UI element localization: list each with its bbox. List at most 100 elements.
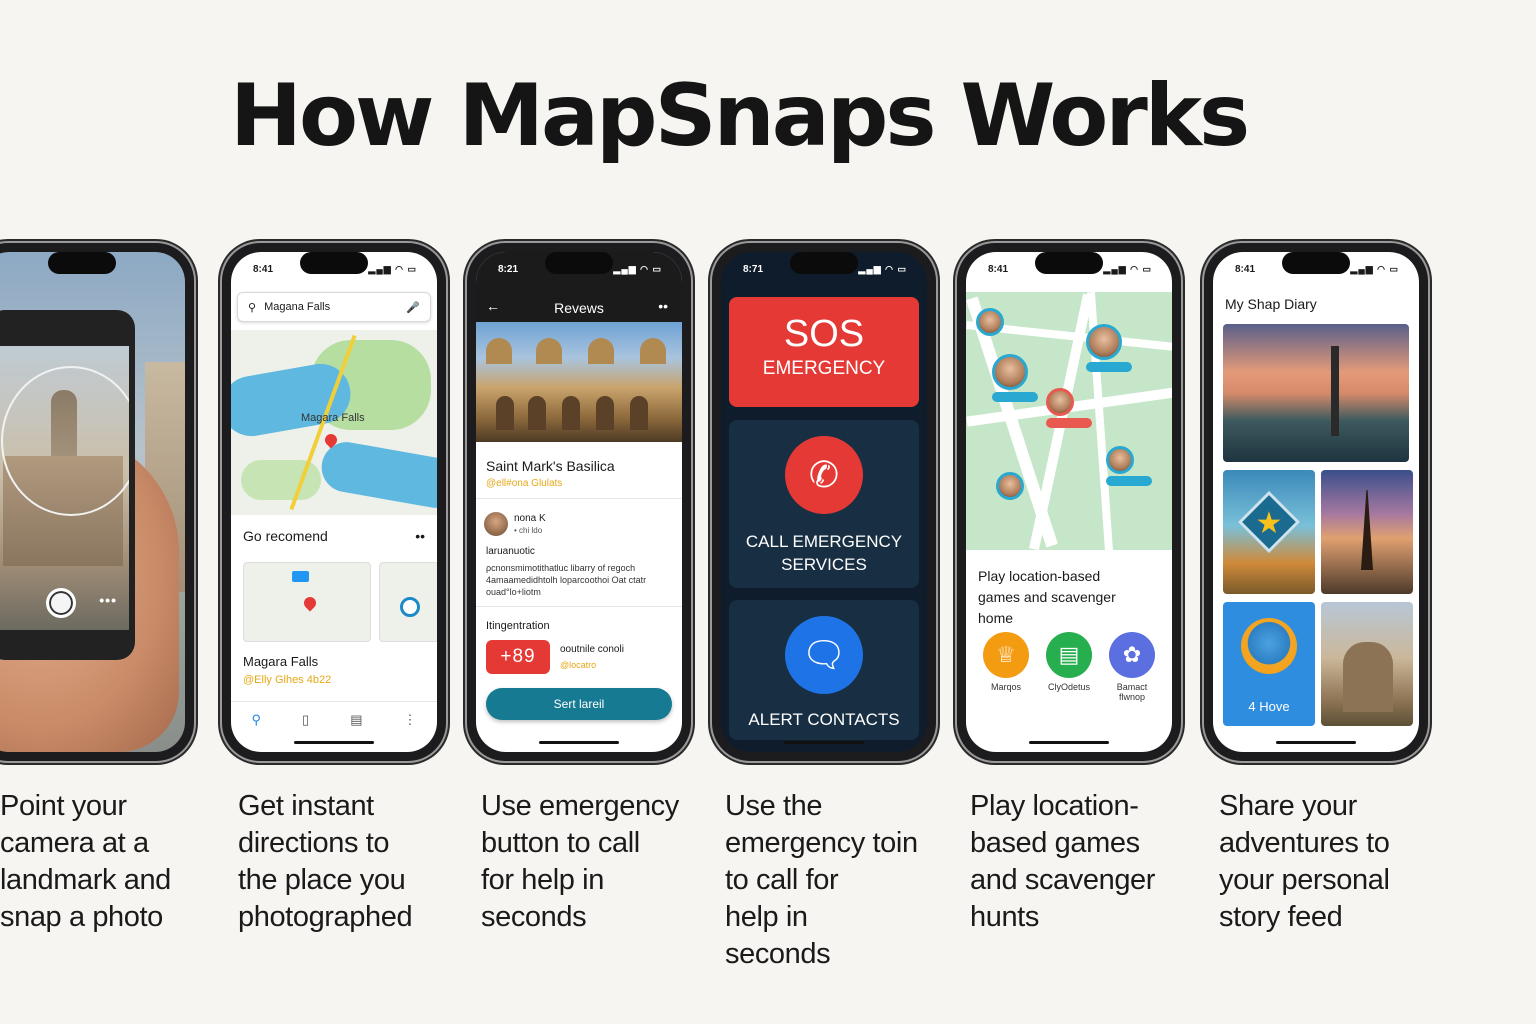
- description-line: home: [978, 610, 1014, 626]
- caption-line: help in: [725, 901, 808, 933]
- caption-line: Share your: [1219, 790, 1357, 822]
- tab-book-icon[interactable]: ▤: [350, 712, 362, 728]
- page-title: How MapSnaps Works: [230, 66, 1250, 166]
- place-name: Magara Falls: [243, 654, 319, 669]
- caption-line: emergency toin: [725, 827, 918, 859]
- status-icons: ▂▄▆ ◠ ▭: [1350, 264, 1399, 274]
- diary-title: My Shap Diary: [1225, 296, 1317, 312]
- phone-camera: •••: [0, 243, 194, 761]
- diary-photo-hero[interactable]: [1223, 324, 1409, 462]
- game-item[interactable]: ▤ ClyOdetus: [1041, 632, 1097, 702]
- games-list: ♕ Marqos ▤ ClyOdetus ✿ Bamact flwnop: [978, 632, 1160, 702]
- map-water: [231, 359, 356, 441]
- dynamic-island: [545, 252, 613, 274]
- phone-screen: •••: [0, 252, 185, 752]
- caption-line: Get instant: [238, 790, 374, 822]
- description-line: Play location-based: [978, 568, 1101, 584]
- map-place-label: Magara Falls: [301, 412, 365, 424]
- player-avatar: [992, 354, 1028, 390]
- caption-line: Use the: [725, 790, 823, 822]
- caption-line: the place you: [238, 864, 406, 896]
- caption-line: hunts: [970, 901, 1039, 933]
- phone-screen: 8:41 ▂▄▆ ◠ ▭ ⚲ Magana Falls 🎤 Magara Fal…: [231, 252, 437, 752]
- home-indicator: [1029, 741, 1109, 744]
- diary-tile-photo[interactable]: [1321, 602, 1413, 726]
- tab-saved-icon[interactable]: ▯: [302, 712, 309, 728]
- caption-line: your personal: [1219, 864, 1390, 896]
- game-map[interactable]: [966, 292, 1172, 550]
- contact-subtitle: @locatro: [560, 660, 597, 670]
- caption-step-1: Point your camera at a landmark and snap…: [0, 788, 225, 936]
- phone-directions: 8:41 ▂▄▆ ◠ ▭ ⚲ Magana Falls 🎤 Magara Fal…: [222, 243, 446, 761]
- player-marker[interactable]: [976, 308, 1004, 336]
- player-marker[interactable]: [996, 472, 1024, 500]
- menu-icon[interactable]: ••: [658, 298, 668, 314]
- status-time: 8:41: [253, 264, 274, 275]
- place-name: Saint Mark's Basilica: [486, 458, 615, 474]
- phone-emergency: 8:71 ▂▄▆ ◠ ▭ SOS EMERGENCY ✆ CALL EMERGE…: [712, 243, 936, 761]
- caption-line: camera at a: [0, 827, 149, 859]
- player-marker[interactable]: [992, 354, 1038, 402]
- phone-reviews: ← Revews •• 8:21 ▂▄▆ ◠ ▭ Saint Mark's Ba…: [467, 243, 691, 761]
- player-marker[interactable]: [1046, 388, 1092, 428]
- game-item[interactable]: ♕ Marqos: [978, 632, 1034, 702]
- landmark-photo[interactable]: [476, 322, 682, 442]
- alert-contacts-button[interactable]: 🗨 ALERT CONTACTS: [729, 600, 919, 740]
- call-emergency-button[interactable]: ✆ CALL EMERGENCY SERVICES: [729, 420, 919, 588]
- phone-icon: ✆: [785, 436, 863, 514]
- mic-icon[interactable]: 🎤: [406, 301, 420, 314]
- dynamic-island: [300, 252, 368, 274]
- home-indicator: [294, 741, 374, 744]
- games-description: Play location-based games and scavenger …: [978, 566, 1162, 629]
- search-input[interactable]: ⚲ Magana Falls 🎤: [237, 292, 431, 322]
- player-tag: [1106, 476, 1152, 486]
- home-indicator: [1276, 741, 1356, 744]
- puzzle-icon: ✿: [1109, 632, 1155, 678]
- phone-screen: ← Revews •• 8:21 ▂▄▆ ◠ ▭ Saint Mark's Ba…: [476, 252, 682, 752]
- tab-search-icon[interactable]: ⚲: [252, 712, 262, 728]
- camera-viewfinder[interactable]: [0, 346, 129, 630]
- sos-button[interactable]: SOS EMERGENCY: [729, 297, 919, 407]
- caption-line: seconds: [725, 938, 831, 970]
- caption-step-6: Share your adventures to your personal s…: [1219, 788, 1444, 936]
- call-label-line2: SERVICES: [781, 555, 867, 574]
- sos-sublabel: EMERGENCY: [762, 358, 886, 379]
- review-body: ρcnonsmimotithatluc libarry of regoch 4a…: [486, 563, 647, 597]
- crown-icon: ♕: [983, 632, 1029, 678]
- player-avatar: [1086, 324, 1122, 360]
- header-title: Revews: [554, 300, 604, 316]
- send-button[interactable]: Sert lareil: [486, 688, 672, 720]
- alert-label: ALERT CONTACTS: [748, 710, 900, 729]
- map-tag: [292, 571, 309, 582]
- status-icons: ▂▄▆ ◠ ▭: [613, 264, 662, 274]
- section-more-icon[interactable]: ••: [415, 528, 425, 544]
- diary-tile-profile[interactable]: 4 Hove: [1223, 602, 1315, 726]
- player-marker[interactable]: [1106, 446, 1152, 486]
- place-subtitle: @ell#ona Glulats: [486, 478, 563, 489]
- status-icons: ▂▄▆ ◠ ▭: [1103, 264, 1152, 274]
- recommend-card-map[interactable]: [243, 562, 371, 642]
- game-label: ClyOdetus: [1047, 682, 1091, 692]
- photo-tower: [1361, 490, 1373, 570]
- player-tag: [1046, 418, 1092, 428]
- status-time: 8:71: [743, 264, 764, 275]
- shutter-button[interactable]: [46, 588, 76, 618]
- call-label-line1: CALL EMERGENCY: [745, 532, 903, 551]
- diary-tile-badge[interactable]: ★: [1223, 470, 1315, 594]
- photo-arch: [496, 396, 514, 430]
- tab-profile-icon[interactable]: ⋮: [403, 712, 416, 728]
- map-view[interactable]: Magara Falls: [231, 330, 437, 515]
- emergency-number-badge[interactable]: +89: [486, 640, 550, 674]
- more-options-icon[interactable]: •••: [99, 592, 117, 608]
- diary-tile-photo[interactable]: [1321, 470, 1413, 594]
- section-title: Itingentration: [486, 620, 550, 632]
- game-label: Marqos: [990, 682, 1021, 692]
- phone-screen: 8:41 ▂▄▆ ◠ ▭ Play location-based games a…: [966, 252, 1172, 752]
- recommend-card-map[interactable]: [379, 562, 437, 642]
- review-title: laruanuotic: [486, 546, 535, 557]
- player-marker[interactable]: [1086, 324, 1132, 372]
- dynamic-island: [1282, 252, 1350, 274]
- game-item[interactable]: ✿ Bamact flwnop: [1104, 632, 1160, 702]
- photo-dome: [486, 338, 512, 364]
- contact-name: ooutnile conoli: [560, 644, 624, 655]
